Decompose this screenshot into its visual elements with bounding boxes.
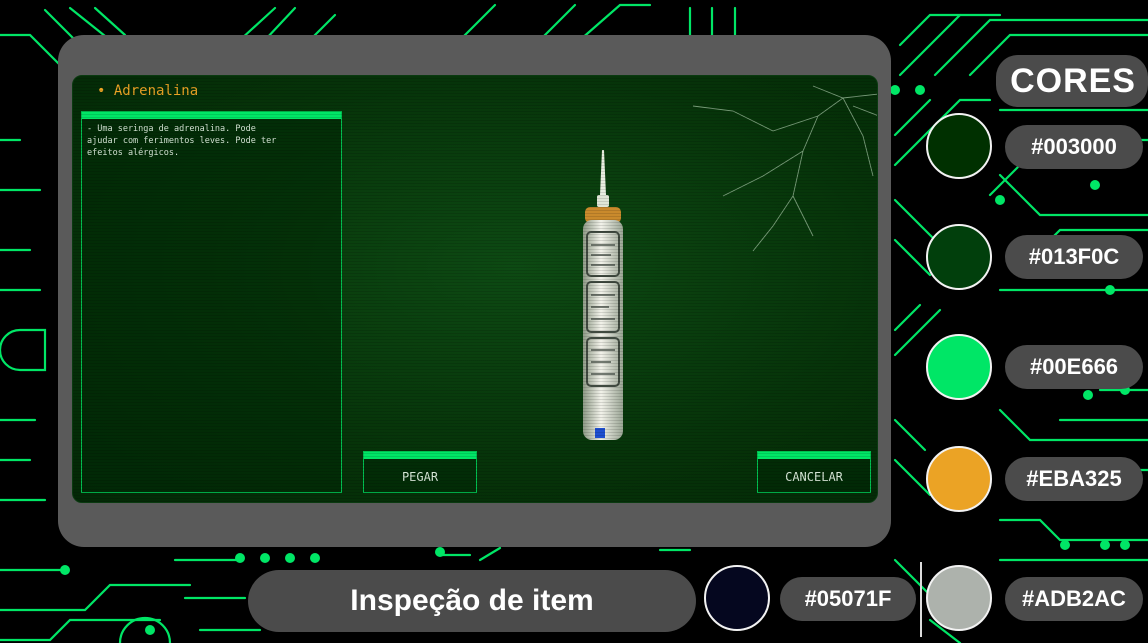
color-label-3: #00E666: [1005, 345, 1143, 389]
divider: [920, 562, 922, 637]
color-swatch-3: [926, 334, 992, 400]
color-label-5: #05071F: [780, 577, 916, 621]
button-header-bar: [758, 452, 870, 459]
inspection-screen: • Adrenalina - Uma seringa de adrenalina…: [72, 75, 878, 503]
color-swatch-2: [926, 224, 992, 290]
cancel-button[interactable]: CANCELAR: [757, 451, 871, 493]
color-swatch-5: [704, 565, 770, 631]
take-button[interactable]: PEGAR: [363, 451, 477, 493]
item-title: • Adrenalina: [97, 83, 199, 99]
cancel-button-label: CANCELAR: [785, 470, 843, 484]
color-swatch-4: [926, 446, 992, 512]
caption-title: Inspeção de item: [248, 570, 696, 632]
color-label-6: #ADB2AC: [1005, 577, 1143, 621]
color-label-4: #EBA325: [1005, 457, 1143, 501]
palette-title: CORES: [996, 55, 1148, 107]
color-label-2: #013F0C: [1005, 235, 1143, 279]
item-description: - Uma seringa de adrenalina. Pode ajudar…: [87, 124, 277, 158]
color-label-1: #003000: [1005, 125, 1143, 169]
adrenaline-syringe-icon: [583, 150, 623, 440]
description-panel: - Uma seringa de adrenalina. Pode ajudar…: [81, 111, 342, 493]
button-header-bar: [364, 452, 476, 459]
take-button-label: PEGAR: [401, 470, 439, 484]
color-swatch-1: [926, 113, 992, 179]
color-swatch-6: [926, 565, 992, 631]
panel-header-bar: [82, 112, 341, 119]
